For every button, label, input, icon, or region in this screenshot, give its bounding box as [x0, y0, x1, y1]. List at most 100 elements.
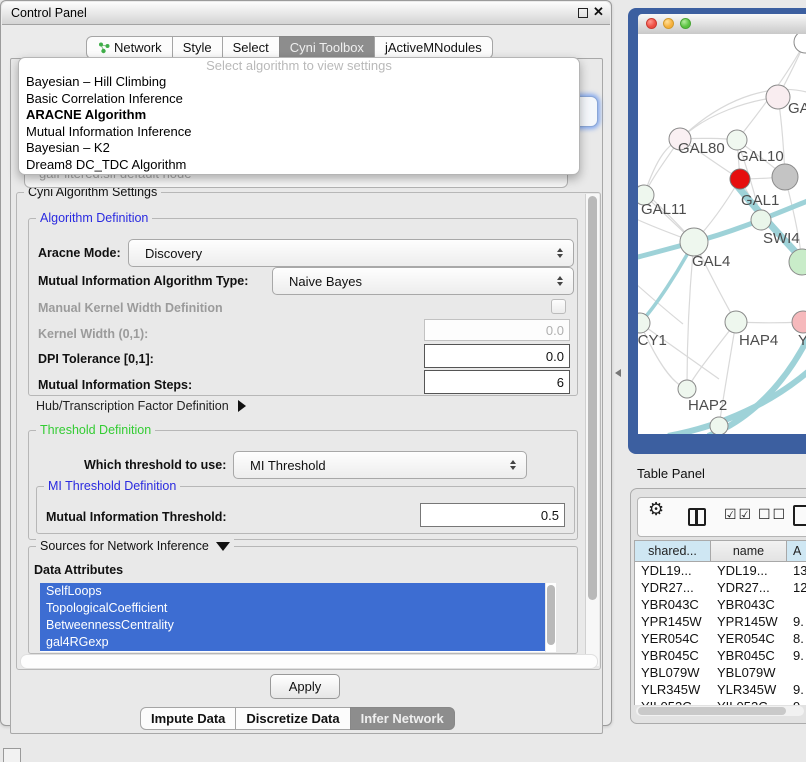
control-panel-titlebar[interactable]: Control Panel ✕ — [2, 2, 610, 25]
float-window-icon[interactable] — [578, 8, 588, 18]
node-gal4[interactable] — [680, 228, 708, 256]
apply-button[interactable]: Apply — [270, 674, 340, 699]
settings-vertical-scrollbar[interactable] — [585, 194, 599, 666]
table-row[interactable]: YDR27...YDR27...12 — [635, 579, 806, 596]
minimize-button[interactable] — [663, 18, 674, 29]
settings-horizontal-scrollbar[interactable] — [20, 654, 598, 669]
mi-type-combo[interactable]: Naive Bayes — [272, 267, 574, 295]
dropdown-item[interactable]: Bayesian – Hill Climbing — [19, 74, 579, 91]
table-row[interactable]: YBL079WYBL079W — [635, 664, 806, 681]
which-threshold-combo[interactable]: MI Threshold — [233, 451, 527, 479]
cell[interactable]: YIL052C — [635, 698, 711, 705]
manual-kernel-checkbox[interactable] — [551, 299, 566, 314]
cell[interactable]: 9 — [787, 698, 806, 705]
attribute-item[interactable]: gal4RGexp — [40, 634, 545, 651]
chevron-down-icon[interactable] — [216, 542, 230, 551]
cell[interactable]: YDR27... — [711, 579, 787, 596]
cell[interactable]: YBR043C — [635, 596, 711, 613]
hub-definition-section[interactable]: Hub/Transcription Factor Definition — [36, 399, 246, 413]
attribute-item[interactable]: TopologicalCoefficient — [40, 600, 545, 617]
table-row[interactable]: YBR043CYBR043C — [635, 596, 806, 613]
node-swi4[interactable] — [751, 210, 771, 230]
deselect-all-icon[interactable]: ☐☐ — [758, 506, 787, 523]
table-row[interactable]: YBR045CYBR045C9. — [635, 647, 806, 664]
tab-network[interactable]: Network — [86, 36, 173, 59]
cell[interactable]: YER054C — [635, 630, 711, 647]
attributes-list-scrollbar[interactable] — [546, 583, 556, 652]
cell[interactable]: YLR345W — [635, 681, 711, 698]
mi-threshold-field[interactable] — [420, 503, 565, 527]
cell[interactable]: YDL19... — [711, 562, 787, 579]
column-chooser-icon[interactable] — [688, 508, 706, 526]
select-all-icon[interactable]: ☑☑ — [724, 506, 753, 523]
tab-cyni-toolbox[interactable]: Cyni Toolbox — [279, 36, 375, 59]
close-button[interactable] — [646, 18, 657, 29]
network-window-titlebar[interactable] — [638, 14, 806, 35]
node-pink-right[interactable] — [792, 311, 806, 333]
cell[interactable]: YBR045C — [635, 647, 711, 664]
dropdown-item-selected[interactable]: ARACNE Algorithm — [19, 107, 579, 124]
dropdown-item[interactable]: Dream8 DC_TDC Algorithm — [19, 157, 579, 174]
cell[interactable]: 13 — [787, 562, 806, 579]
dropdown-item[interactable]: Mutual Information Inference — [19, 124, 579, 141]
tab-jactivemnodules[interactable]: jActiveMNodules — [374, 36, 493, 59]
table-row[interactable]: YER054CYER054C8. — [635, 630, 806, 647]
minimized-panel-icon[interactable] — [3, 748, 21, 762]
node-cut-top[interactable] — [794, 34, 806, 53]
cell[interactable]: 9. — [787, 681, 806, 698]
cell[interactable]: YLR345W — [711, 681, 787, 698]
aracne-mode-combo[interactable]: Discovery — [128, 239, 574, 267]
cell[interactable]: 12 — [787, 579, 806, 596]
network-canvas[interactable]: GAL GAL80 GAL10 GAL1 GAL11 SWI4 GAL4 GCY… — [638, 34, 806, 434]
cell[interactable]: YBL079W — [635, 664, 711, 681]
node-cut-bottom[interactable] — [710, 417, 728, 434]
cell[interactable]: 9. — [787, 647, 806, 664]
cell[interactable]: YPR145W — [711, 613, 787, 630]
panel-divider-handle-icon[interactable] — [615, 369, 621, 377]
sources-title[interactable]: Sources for Network Inference — [36, 539, 234, 553]
cell[interactable]: 9. — [787, 613, 806, 630]
column-header-shared-name[interactable]: shared... — [635, 541, 711, 562]
column-header-name[interactable]: name — [711, 541, 787, 562]
cell[interactable]: YBL079W — [711, 664, 787, 681]
node-gray[interactable] — [772, 164, 798, 190]
attribute-item[interactable]: BetweennessCentrality — [40, 617, 545, 634]
column-header-cut[interactable]: A — [787, 541, 806, 562]
tab-style[interactable]: Style — [172, 36, 223, 59]
attribute-item[interactable]: SelfLoops — [40, 583, 545, 600]
chevron-right-icon[interactable] — [238, 400, 246, 412]
cell[interactable]: YDR27... — [635, 579, 711, 596]
tab-infer-network[interactable]: Infer Network — [350, 707, 455, 730]
cell[interactable]: YBR045C — [711, 647, 787, 664]
table-scrollbar-thumb[interactable] — [638, 707, 786, 715]
tab-discretize-data[interactable]: Discretize Data — [235, 707, 350, 730]
dropdown-item[interactable]: Basic Correlation Inference — [19, 91, 579, 108]
cell[interactable]: YDL19... — [635, 562, 711, 579]
table-row[interactable]: YPR145WYPR145W9. — [635, 613, 806, 630]
table-horizontal-scrollbar[interactable] — [636, 706, 804, 716]
tab-select[interactable]: Select — [222, 36, 280, 59]
attributes-scrollbar-thumb[interactable] — [547, 585, 555, 645]
node-hap4[interactable] — [725, 311, 747, 333]
node-gal1-selected[interactable] — [730, 169, 750, 189]
mi-steps-field[interactable] — [424, 370, 570, 394]
table-row[interactable]: YLR345WYLR345W9. — [635, 681, 806, 698]
node-hap2[interactable] — [678, 380, 696, 398]
cell[interactable]: YIL052C — [711, 698, 787, 705]
cell[interactable]: YPR145W — [635, 613, 711, 630]
dpi-tolerance-field[interactable] — [424, 344, 570, 368]
tab-impute-data[interactable]: Impute Data — [140, 707, 236, 730]
cell[interactable]: 8. — [787, 630, 806, 647]
dropdown-item[interactable]: Bayesian – K2 — [19, 140, 579, 157]
settings-scrollbar-thumb[interactable] — [588, 196, 597, 600]
kernel-width-field[interactable] — [424, 319, 570, 341]
table-row[interactable]: YDL19...YDL19...13 — [635, 562, 806, 579]
new-table-icon[interactable] — [793, 505, 806, 526]
zoom-button[interactable] — [680, 18, 691, 29]
cell[interactable]: YBR043C — [711, 596, 787, 613]
gear-icon[interactable]: ⚙ — [648, 499, 664, 520]
cell[interactable]: YER054C — [711, 630, 787, 647]
node-gal10[interactable] — [727, 130, 747, 150]
node-gal-cut[interactable] — [766, 85, 790, 109]
table-row[interactable]: YIL052CYIL052C9 — [635, 698, 806, 705]
